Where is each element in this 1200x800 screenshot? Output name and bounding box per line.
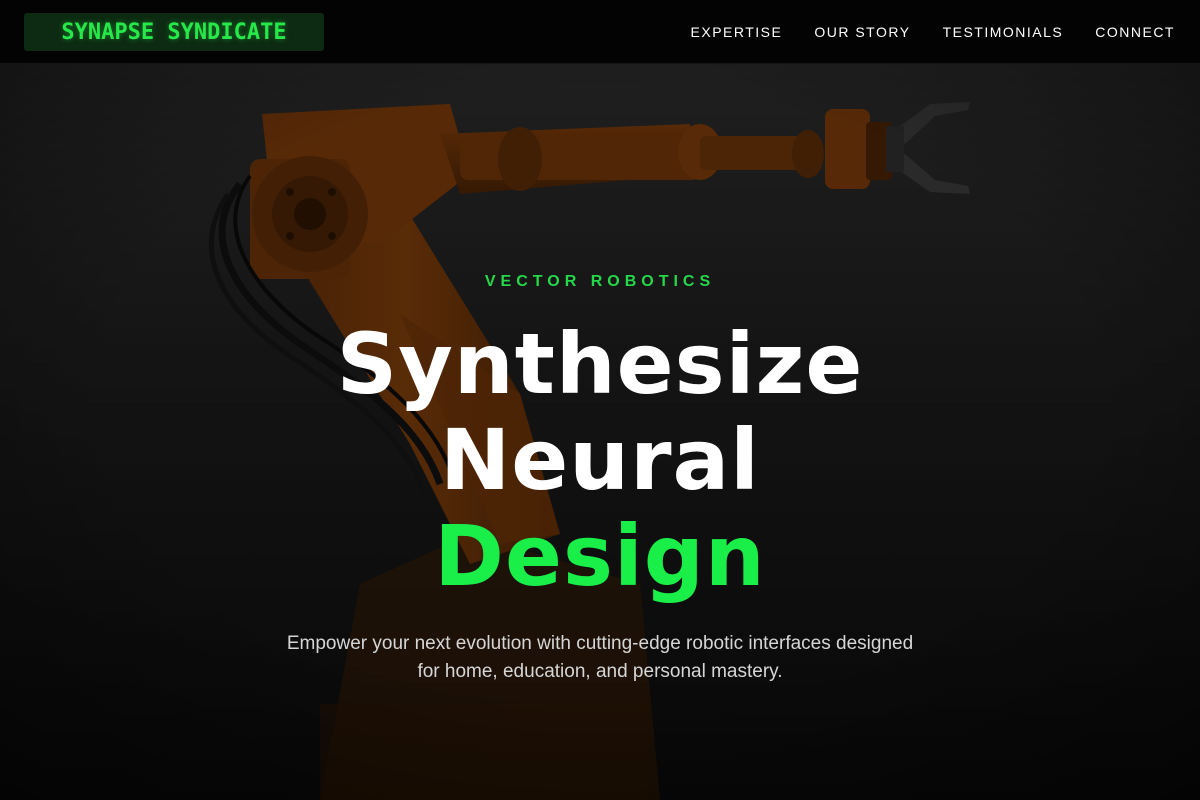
main-nav: EXPERTISE OUR STORY TESTIMONIALS CONNECT [659, 0, 1175, 64]
headline-line-3-accent: Design [434, 507, 766, 605]
nav-link-testimonials[interactable]: TESTIMONIALS [943, 24, 1064, 40]
hero-section: VECTOR ROBOTICS Synthesize Neural Design… [0, 64, 1200, 800]
headline-line-1: Synthesize [336, 315, 864, 413]
hero-subtitle: Empower your next evolution with cutting… [286, 633, 914, 682]
nav-link-expertise[interactable]: EXPERTISE [691, 24, 783, 40]
hero-content: VECTOR ROBOTICS Synthesize Neural Design… [0, 270, 1200, 686]
headline-line-2: Neural [440, 411, 760, 509]
brand-logo[interactable]: SYNAPSE SYNDICATE [24, 13, 324, 51]
top-navbar: SYNAPSE SYNDICATE EXPERTISE OUR STORY TE… [0, 0, 1200, 64]
hero-headline: Synthesize Neural Design [0, 316, 1200, 604]
nav-link-our-story[interactable]: OUR STORY [814, 24, 910, 40]
nav-link-connect[interactable]: CONNECT [1095, 24, 1175, 40]
landing-page: SYNAPSE SYNDICATE EXPERTISE OUR STORY TE… [0, 0, 1200, 800]
hero-eyebrow: VECTOR ROBOTICS [484, 273, 716, 290]
